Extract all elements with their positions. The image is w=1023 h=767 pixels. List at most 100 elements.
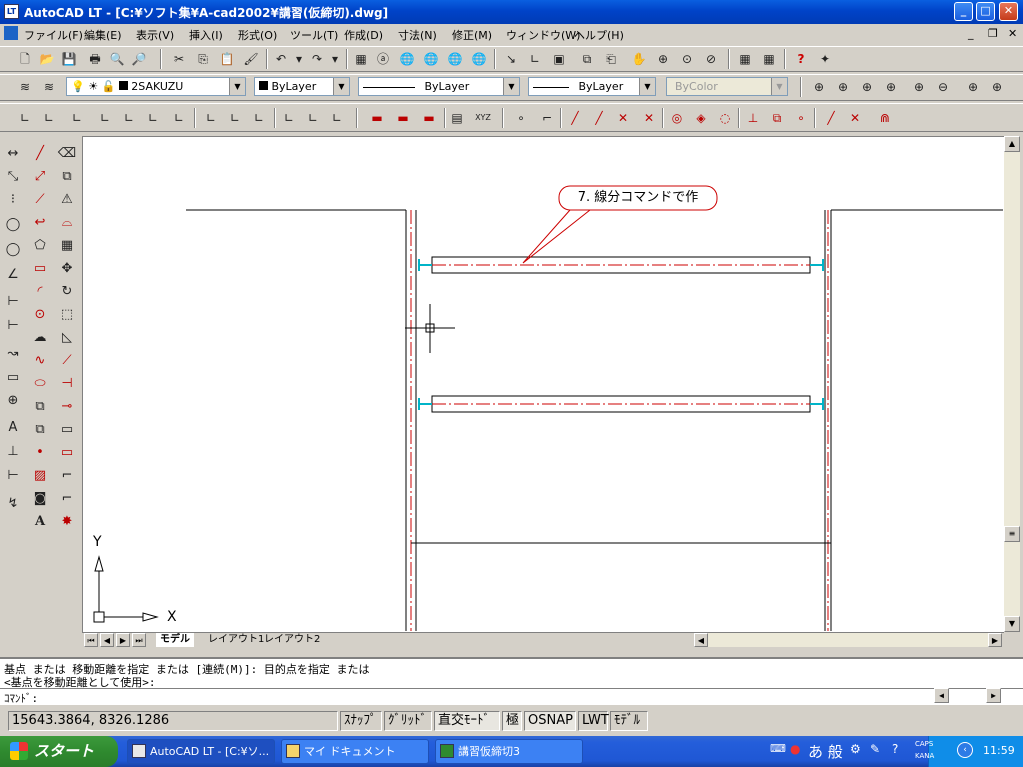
- publish-icon[interactable]: 🌐: [422, 50, 440, 68]
- hyperlink-icon[interactable]: ⓐ: [374, 50, 392, 68]
- snap-tracking-icon[interactable]: ∘: [512, 109, 530, 127]
- close-button[interactable]: ✕: [999, 2, 1018, 21]
- menu-format[interactable]: 形式(O): [238, 27, 277, 43]
- move-icon[interactable]: ✥: [57, 259, 77, 279]
- color-select[interactable]: ByLayer ▼: [254, 77, 350, 96]
- task-my-documents[interactable]: マイ ドキュメント: [281, 739, 429, 764]
- dim-angular-icon[interactable]: ∠: [3, 265, 23, 285]
- break-at-point-icon[interactable]: ▭: [57, 443, 77, 463]
- tab-layout1[interactable]: レイアウト1: [204, 633, 268, 647]
- ucs-zaxis-icon[interactable]: ∟: [250, 109, 268, 127]
- new-icon[interactable]: 🗋: [16, 50, 34, 68]
- dim-quick-icon[interactable]: ⊢: [3, 292, 23, 312]
- polyline-arc-icon[interactable]: ↩: [30, 213, 50, 233]
- ucs-origin-icon[interactable]: ∟: [68, 109, 86, 127]
- snap-endpoint-icon[interactable]: ╱: [566, 109, 584, 127]
- menu-dimension[interactable]: 寸法(N): [398, 27, 437, 43]
- cmd-scroll-left-icon[interactable]: ◀: [934, 688, 949, 703]
- line-icon[interactable]: ╱: [30, 144, 50, 164]
- arc-icon[interactable]: ◜: [30, 282, 50, 302]
- task-excel[interactable]: 講習仮締切3: [435, 739, 583, 764]
- tab-first-icon[interactable]: ⏮: [84, 633, 98, 647]
- task-autocad[interactable]: AutoCAD LT - [C:¥ソ...: [127, 739, 275, 764]
- zoom-window-icon[interactable]: ⊕: [810, 78, 828, 96]
- internet-icon[interactable]: 🌐: [398, 50, 416, 68]
- dim-center-icon[interactable]: ⊕: [3, 391, 23, 411]
- linetype-select[interactable]: ByLayer ▼: [358, 77, 520, 96]
- menu-file[interactable]: ファイル(F): [24, 27, 83, 43]
- offset-icon[interactable]: ⌓: [57, 213, 77, 233]
- array-icon[interactable]: ▦: [57, 236, 77, 256]
- dim-baseline-icon[interactable]: ⊢: [3, 316, 23, 336]
- snap-midpoint-icon[interactable]: ╱: [590, 109, 608, 127]
- ime-icon[interactable]: ●: [790, 742, 800, 756]
- point-icon[interactable]: •: [30, 443, 50, 463]
- zoom-all-icon[interactable]: ⊕: [964, 78, 982, 96]
- pan-icon[interactable]: ✋: [630, 50, 648, 68]
- snap-node-icon[interactable]: ∘: [792, 109, 810, 127]
- dim-aligned-icon[interactable]: ⤡: [3, 167, 23, 187]
- cut-icon[interactable]: ✂: [170, 50, 188, 68]
- lengthen-icon[interactable]: ⟋: [57, 351, 77, 371]
- tab-prev-icon[interactable]: ◀: [100, 633, 114, 647]
- osnap-settings-icon[interactable]: ⋒: [876, 109, 894, 127]
- snap-tangent-icon[interactable]: ◌: [716, 109, 734, 127]
- scroll-up-icon[interactable]: ▲: [1004, 136, 1020, 152]
- snap-nearest-icon[interactable]: ╱: [822, 109, 840, 127]
- drawing-canvas[interactable]: 7. 線分コマンドで作 Y X: [82, 136, 1004, 632]
- start-button[interactable]: スタート: [0, 736, 118, 767]
- chamfer-icon[interactable]: ⌐: [57, 466, 77, 486]
- command-prompt[interactable]: ｺﾏﾝﾄﾞ:: [4, 690, 38, 706]
- properties-icon[interactable]: ▣: [550, 50, 568, 68]
- ime-help-icon[interactable]: ?: [892, 742, 898, 756]
- mirror-icon[interactable]: ⚠: [57, 190, 77, 210]
- title-bar[interactable]: LT AutoCAD LT - [C:¥ソフト集¥A-cad2002¥講習(仮締…: [0, 0, 1023, 24]
- rotate-icon[interactable]: ↻: [57, 282, 77, 302]
- zoom-extents-icon[interactable]: ⊕: [988, 78, 1006, 96]
- tab-layout2[interactable]: レイアウト2: [260, 633, 324, 647]
- ucs-apply-icon[interactable]: ∟: [280, 109, 298, 127]
- clock[interactable]: 11:59: [983, 744, 1015, 757]
- break-icon[interactable]: ▭: [57, 420, 77, 440]
- menu-insert[interactable]: 挿入(I): [189, 27, 223, 43]
- chevron-down-icon[interactable]: ▼: [639, 78, 655, 95]
- lineweight-select[interactable]: ByLayer ▼: [528, 77, 656, 96]
- snap-from-icon[interactable]: ↘: [502, 50, 520, 68]
- doc-restore-button[interactable]: ❐: [988, 27, 998, 40]
- construction-line-icon[interactable]: ⤢: [30, 167, 50, 187]
- tool-palette-icon[interactable]: ⧉: [578, 50, 596, 68]
- zoom-scale-icon[interactable]: ⊕: [858, 78, 876, 96]
- zoom-realtime-icon[interactable]: ⊕: [654, 50, 672, 68]
- doc-close-button[interactable]: ✕: [1008, 27, 1017, 40]
- snap-perpendicular-icon[interactable]: ⊥: [744, 109, 762, 127]
- ucs-preset-icon[interactable]: ∟: [328, 109, 346, 127]
- layer-previous-icon[interactable]: ≋: [40, 78, 58, 96]
- layout-icon[interactable]: ▦: [736, 50, 754, 68]
- ucs-named-icon[interactable]: ∟: [304, 109, 322, 127]
- menu-modify[interactable]: 修正(M): [452, 27, 492, 43]
- ellipse-icon[interactable]: ⬭: [30, 374, 50, 394]
- ucs-object-icon[interactable]: ∟: [120, 109, 138, 127]
- rectangle-icon[interactable]: ▭: [30, 259, 50, 279]
- copy-icon[interactable]: ⎘: [194, 50, 212, 68]
- markup-icon[interactable]: ⎗: [602, 50, 620, 68]
- ime-keyboard-icon[interactable]: ⌨: [770, 742, 786, 755]
- minimize-button[interactable]: _: [954, 2, 973, 21]
- bonus-icon[interactable]: ✦: [816, 50, 834, 68]
- dim-ordinate-icon[interactable]: ⁝: [3, 190, 23, 210]
- polyline-icon[interactable]: ⟋: [30, 190, 50, 210]
- ucs-face-icon[interactable]: ∟: [144, 109, 162, 127]
- table-icon[interactable]: ▤: [448, 109, 466, 127]
- revcloud-icon[interactable]: ☁: [30, 328, 50, 348]
- dim-diameter-icon[interactable]: ◯: [3, 240, 23, 260]
- snap-intersection-icon[interactable]: ✕: [614, 109, 632, 127]
- dim-style-icon[interactable]: ↯: [3, 494, 23, 514]
- polygon-icon[interactable]: ⬠: [30, 236, 50, 256]
- horizontal-scrollbar[interactable]: [708, 633, 990, 647]
- document-icon[interactable]: [4, 26, 18, 40]
- ucs-prev-icon[interactable]: ∟: [40, 109, 58, 127]
- undo-dropdown-icon[interactable]: ▾: [290, 50, 308, 68]
- make-block-icon[interactable]: ⧉: [30, 420, 50, 440]
- grid-icon[interactable]: ▦: [760, 50, 778, 68]
- snap-parallel-icon[interactable]: ⧉: [768, 109, 786, 127]
